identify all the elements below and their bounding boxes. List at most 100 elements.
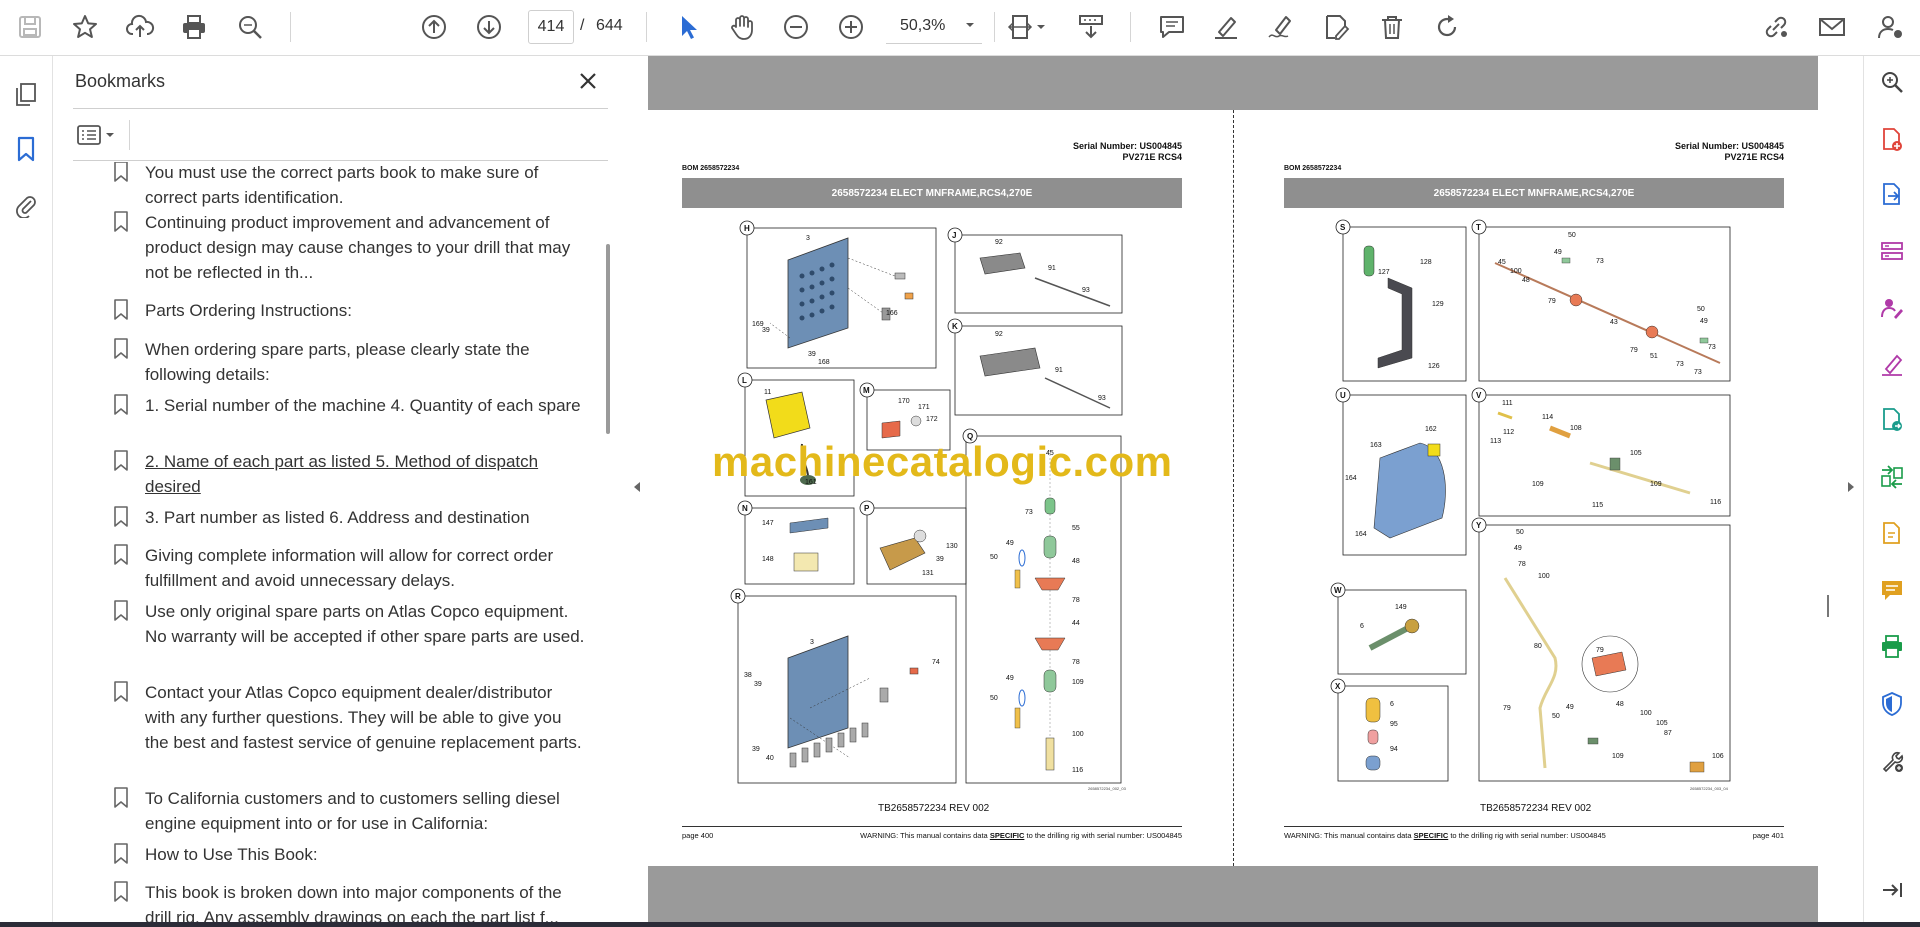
warning-text: WARNING: This manual contains data SPECI… xyxy=(1284,831,1606,840)
zoom-in-button[interactable] xyxy=(833,9,869,45)
bookmarks-scrollbar-thumb[interactable] xyxy=(606,244,610,434)
callout-V: V xyxy=(1476,391,1482,400)
compare-files-button[interactable] xyxy=(1876,461,1908,493)
email-button[interactable] xyxy=(1814,9,1850,45)
account-button[interactable] xyxy=(1872,9,1908,45)
warning-text: WARNING: This manual contains data SPECI… xyxy=(860,831,1182,840)
part-label: 45 xyxy=(1498,259,1506,266)
delete-button[interactable] xyxy=(1374,9,1410,45)
scroll-mode-button[interactable] xyxy=(1073,9,1109,45)
select-tool-button[interactable] xyxy=(670,9,706,45)
drawing-reference: TB2658572234 REV 002 xyxy=(1480,803,1592,814)
document-scrollbar[interactable] xyxy=(1818,56,1830,922)
page-thumbnails-button[interactable] xyxy=(10,78,42,110)
arrow-up-circle-icon xyxy=(422,15,446,39)
export-pdf-button[interactable] xyxy=(1876,179,1908,211)
edit-text-button[interactable] xyxy=(1318,9,1354,45)
edit-pdf-button[interactable] xyxy=(1876,518,1908,550)
organize-pages-button[interactable] xyxy=(1876,236,1908,268)
send-review-button[interactable] xyxy=(1876,404,1908,436)
more-tools-button[interactable] xyxy=(1876,745,1908,777)
fit-page-icon xyxy=(1007,15,1045,39)
callout-T: T xyxy=(1476,223,1481,232)
part-label: 39 xyxy=(936,556,944,563)
bookmark-options-button[interactable] xyxy=(75,120,119,150)
part-label: 50 xyxy=(1516,529,1524,536)
export-pdf-icon xyxy=(1883,183,1900,205)
part-label: 39 xyxy=(752,746,760,753)
bookmark-star-button[interactable] xyxy=(67,9,103,45)
collapse-left-panel-icon[interactable] xyxy=(632,480,642,494)
find-button[interactable] xyxy=(232,9,268,45)
part-label: 50 xyxy=(990,695,998,702)
part-label: 73 xyxy=(1025,509,1033,516)
model-name: PV271E RCS4 xyxy=(1724,152,1784,162)
share-link-button[interactable] xyxy=(1758,9,1794,45)
share-upload-button[interactable] xyxy=(122,9,158,45)
zoom-out-button[interactable] xyxy=(778,9,814,45)
bookmark-label: Contact your Atlas Copco equipment deale… xyxy=(145,683,582,752)
page-fit-button[interactable] xyxy=(1004,9,1050,45)
toolbar-separator xyxy=(994,12,995,42)
fill-sign-button[interactable] xyxy=(1876,348,1908,380)
part-label: 50 xyxy=(1552,713,1560,720)
previous-page-button[interactable] xyxy=(416,9,452,45)
part-label: 79 xyxy=(1596,647,1604,654)
print-production-button[interactable] xyxy=(1876,631,1908,663)
collapse-right-panel-icon[interactable] xyxy=(1846,480,1856,494)
part-label: 128 xyxy=(1420,259,1432,266)
part-label: 74 xyxy=(932,659,940,666)
highlight-button[interactable] xyxy=(1208,9,1244,45)
protect-button[interactable] xyxy=(1876,688,1908,720)
save-button[interactable] xyxy=(12,9,48,45)
print-button[interactable] xyxy=(176,9,212,45)
zoom-tool-button[interactable] xyxy=(1876,66,1908,98)
close-panel-button[interactable] xyxy=(575,68,601,94)
part-label: 94 xyxy=(1390,746,1398,753)
bookmark-label: This book is broken down into major comp… xyxy=(145,883,562,922)
draw-button[interactable] xyxy=(1263,9,1299,45)
edit-document-icon xyxy=(1326,15,1350,40)
rotate-button[interactable] xyxy=(1429,9,1465,45)
part-label: 112 xyxy=(1503,429,1514,436)
part-label: 163 xyxy=(1370,442,1382,449)
left-parts-diagram: H J K L M Q N P R 3 169 39 39 168 166 92… xyxy=(730,220,1123,784)
attachments-button[interactable] xyxy=(10,189,42,221)
create-pdf-button[interactable] xyxy=(1876,124,1908,156)
callout-H: H xyxy=(744,224,750,233)
part-label: 73 xyxy=(1708,344,1716,351)
bookmark-icon xyxy=(114,544,128,565)
hand-tool-button[interactable] xyxy=(724,9,760,45)
bookmark-label: 3. Part number as listed 6. Address and … xyxy=(145,508,530,527)
part-label: 93 xyxy=(1098,395,1106,402)
trash-icon xyxy=(1382,16,1402,39)
part-label: 100 xyxy=(1510,268,1522,275)
send-document-icon xyxy=(1883,408,1902,431)
image-code: 2658572234_002_03 xyxy=(1088,786,1126,791)
part-label: 171 xyxy=(918,404,930,411)
next-page-button[interactable] xyxy=(471,9,507,45)
page-number-input[interactable] xyxy=(528,10,574,44)
serial-number: Serial Number: US004845 xyxy=(1674,141,1784,151)
part-label: 49 xyxy=(1566,704,1574,711)
document-scrollbar-thumb[interactable] xyxy=(1827,595,1829,617)
bookmarks-panel-button[interactable] xyxy=(10,133,42,165)
part-label: 49 xyxy=(1700,318,1708,325)
comment-button[interactable] xyxy=(1154,9,1190,45)
part-label: 78 xyxy=(1072,597,1080,604)
bookmark-icon xyxy=(17,136,35,162)
right-tools-rail xyxy=(1863,56,1920,922)
collapse-tools-button[interactable] xyxy=(1876,874,1908,906)
page-separator: / xyxy=(580,17,585,34)
request-signatures-button[interactable] xyxy=(1876,292,1908,324)
part-label: 105 xyxy=(1656,720,1668,727)
part-label: 147 xyxy=(762,520,774,527)
hand-icon xyxy=(731,15,753,40)
pen-draw-icon xyxy=(1268,16,1291,38)
sign-person-icon xyxy=(1881,299,1903,319)
callout-S: S xyxy=(1340,223,1346,232)
comment-tool-button[interactable] xyxy=(1876,574,1908,606)
part-label: 40 xyxy=(766,755,774,762)
zoom-dropdown[interactable]: 50,3% xyxy=(886,10,982,44)
part-label: 95 xyxy=(1390,721,1398,728)
